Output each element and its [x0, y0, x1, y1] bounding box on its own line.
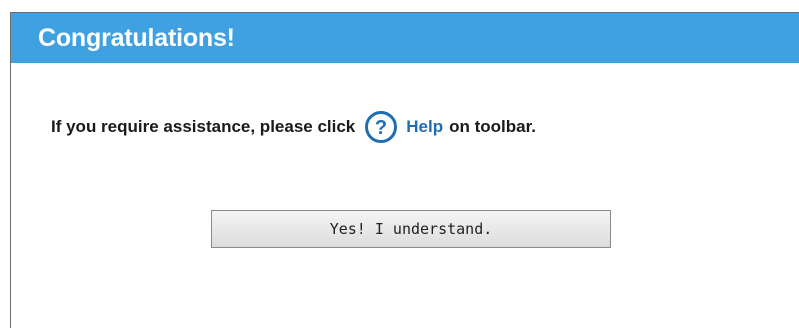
dialog-title: Congratulations! — [38, 23, 235, 52]
message-text-before: If you require assistance, please click — [51, 117, 356, 136]
congratulations-dialog: Congratulations! If you require assistan… — [10, 12, 799, 328]
svg-text:?: ? — [375, 117, 387, 139]
yes-i-understand-button[interactable]: Yes! I understand. — [211, 210, 611, 248]
assistance-message: If you require assistance, please click … — [51, 110, 536, 144]
help-link[interactable]: Help — [406, 117, 443, 137]
help-question-icon[interactable]: ? — [364, 110, 398, 144]
message-text-after: on toolbar. — [449, 117, 536, 136]
dialog-title-bar: Congratulations! — [11, 13, 799, 63]
